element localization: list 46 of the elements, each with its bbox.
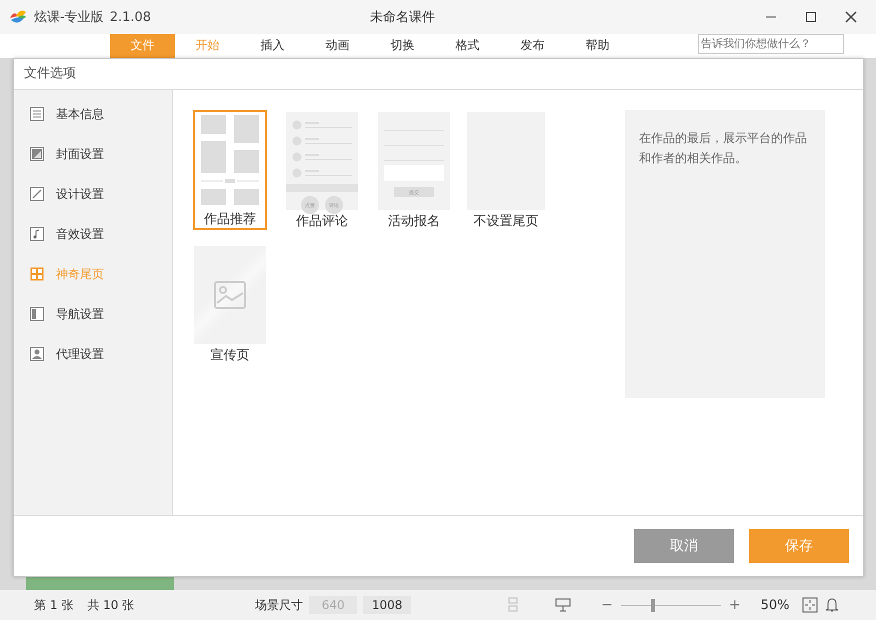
app-name: 炫课-专业版 [34,9,104,26]
image-icon [30,147,44,161]
grid-icon [30,267,44,281]
bell-icon[interactable] [824,597,840,613]
template-option[interactable]: 作品推荐 [193,110,267,230]
ribbon-tab[interactable]: 插入 [240,34,305,58]
person-icon [30,347,44,361]
fit-screen-icon[interactable] [802,597,818,613]
template-option[interactable]: 不设置尾页 [469,110,543,230]
pencil-icon [30,187,44,201]
window-title: 未命名课件 [369,9,436,26]
projector-icon[interactable] [555,598,572,612]
page-total: 共 10 张 [87,596,134,614]
close-icon[interactable] [845,11,857,23]
sidebar-item[interactable]: 封面设置 [14,134,172,174]
ribbon-tab[interactable]: 发布 [500,34,565,58]
zoom-out-button[interactable]: − [601,597,613,613]
app-version: 2.1.08 [110,10,152,24]
sidebar-item[interactable]: 设计设置 [14,174,172,214]
zoom-percent: 50% [760,598,790,612]
image-icon [214,281,246,309]
sidebar-layout-icon [30,307,44,321]
sidebar-item[interactable]: 代理设置 [14,334,172,374]
template-label: 作品推荐 [204,211,256,228]
ribbon-tab[interactable]: 动画 [305,34,370,58]
template-label: 活动报名 [388,213,440,230]
search-field[interactable]: 告诉我们你想做什么？ [698,34,844,54]
template-label: 宣传页 [210,347,250,364]
ribbon-tab[interactable]: 格式 [435,34,500,58]
ribbon-tab[interactable]: 帮助 [565,34,630,58]
template-option[interactable]: 宣传页 [193,244,267,364]
template-label: 不设置尾页 [474,213,538,230]
template-label: 作品评论 [296,213,348,230]
size-label: 场景尺寸 [255,596,304,614]
description-text: 在作品的最后，展示平台的作品和作者的相关作品。 [639,131,807,165]
ribbon-tab[interactable]: 切换 [370,34,435,58]
height-field[interactable]: 1008 [363,596,412,614]
music-note-icon [30,227,44,241]
divider-bar [286,184,358,192]
maximize-icon[interactable] [805,11,817,23]
zoom-in-button[interactable]: + [728,597,741,613]
sidebar-item[interactable]: 导航设置 [14,294,172,334]
sidebar-item[interactable]: 基本信息 [14,94,172,134]
page-number: 第 1 张 [34,596,74,614]
list-icon [30,107,44,121]
sidebar-item[interactable]: 音效设置 [14,214,172,254]
